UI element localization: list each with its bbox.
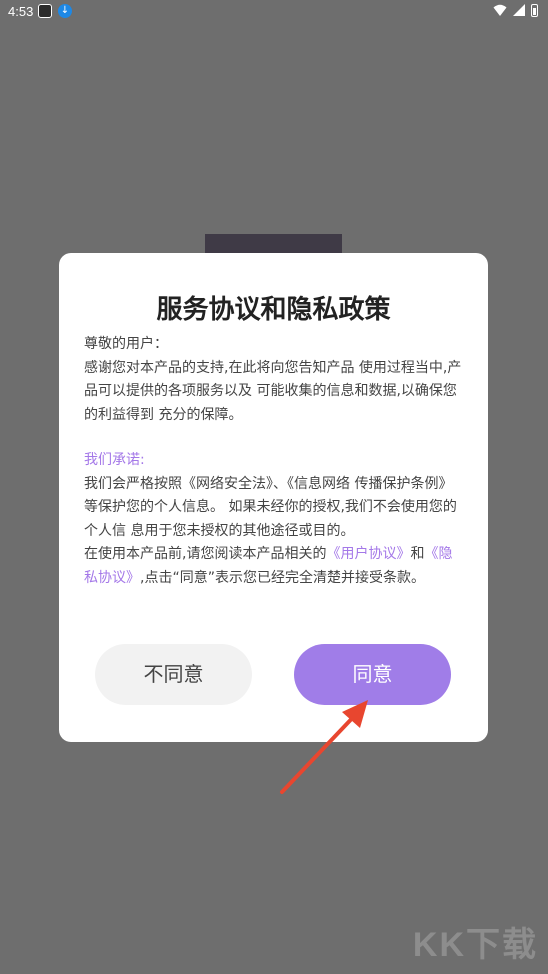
app-icon (38, 4, 52, 18)
greeting-text: 尊敬的用户： (84, 336, 168, 352)
status-bar: 4:53 ↓ (0, 0, 548, 24)
promise-text: 我们会严格按照《网络安全法》、《信息网络 传播保护条例》等保护您的个人信息。 如… (84, 475, 457, 539)
dialog-title: 服务协议和隐私政策 (156, 295, 391, 325)
usage-prefix: 在使用本产品前,请您阅读本产品相关的 (84, 546, 327, 562)
dialog-body: 尊敬的用户： 感谢您对本产品的支持,在此将向您告知产品 使用过程当中,产品可以提… (84, 333, 464, 590)
wifi-icon (493, 4, 507, 16)
signal-icon (513, 4, 525, 16)
status-time: 4:53 (8, 4, 34, 19)
status-icons (493, 3, 538, 17)
intro-text: 感谢您对本产品的支持,在此将向您告知产品 使用过程当中,产品可以提供的各项服务以… (84, 359, 462, 423)
and-text: 和 (410, 546, 425, 562)
pointer-arrow-icon (280, 700, 368, 794)
usage-text: 在使用本产品前,请您阅读本产品相关的《用户协议》和《隐私协议》,点击“同意”表示… (84, 543, 464, 590)
battery-icon (531, 3, 538, 17)
download-icon: ↓ (58, 4, 72, 18)
promise-heading: 我们承诺: (84, 452, 145, 468)
user-agreement-link[interactable]: 《用户协议》 (326, 546, 410, 562)
usage-suffix: ,点击“同意”表示您已经完全清楚并接受条款。 (140, 569, 425, 586)
privacy-dialog: 服务协议和隐私政策 尊敬的用户： 感谢您对本产品的支持,在此将向您告知产品 使用… (59, 253, 488, 742)
disagree-button[interactable]: 不同意 (95, 644, 252, 705)
watermark-logo: KK下载 (412, 926, 538, 964)
